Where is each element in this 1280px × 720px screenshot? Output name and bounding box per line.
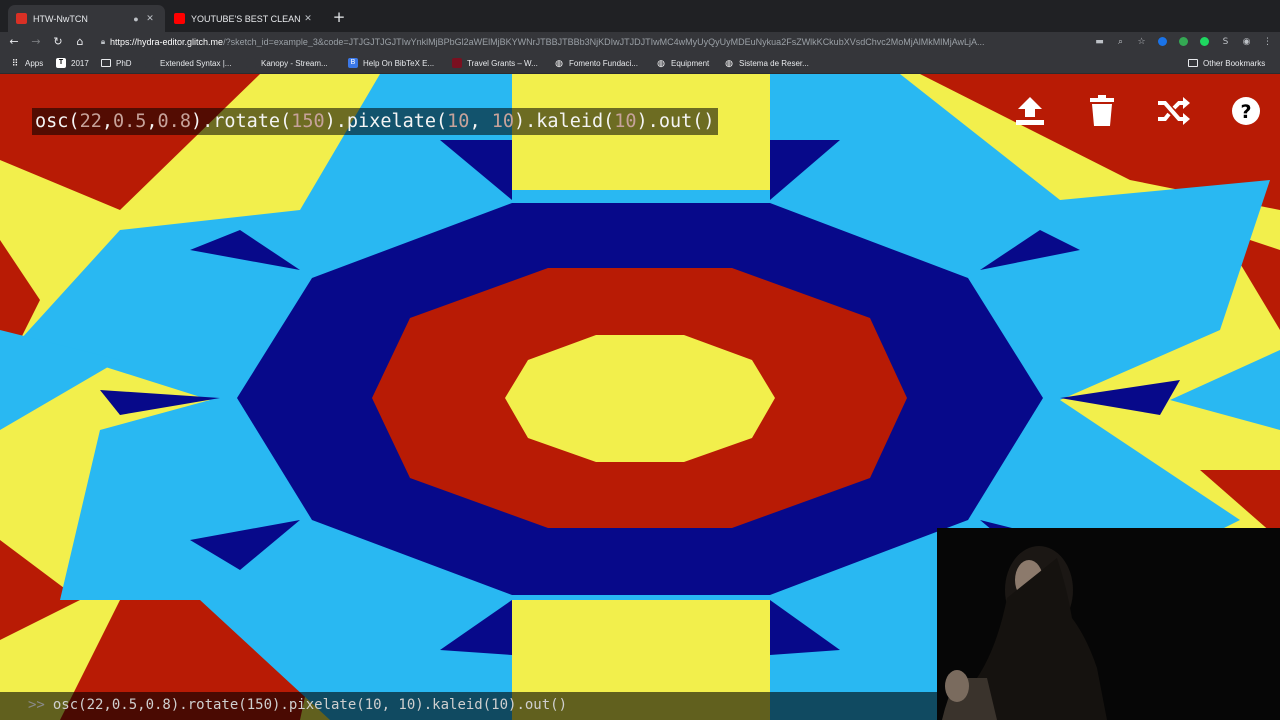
code-token: ).kaleid( [514,111,615,132]
star-icon[interactable]: ☆ [1133,34,1150,50]
bookmark-label: Apps [25,58,44,68]
lock-icon: 🔒︎ [100,37,106,46]
bookmark-2017[interactable]: T 2017 [56,56,89,70]
code-token: , [469,111,492,132]
code-editor-line[interactable]: osc(22,0.5,0.8).rotate(150).pixelate(10,… [32,108,718,135]
code-token: ).rotate( [190,111,292,132]
bookmark-label: PhD [116,58,132,68]
folder-icon [1188,59,1198,67]
bookmark-site-icon [246,58,256,68]
trash-icon [1090,95,1114,126]
camera-icon[interactable]: ▬ [1091,34,1108,50]
menu-icon[interactable]: ⋮ [1259,34,1276,50]
tab-title: HTW-NwTCN [33,13,88,24]
code-number: 0.8 [157,111,191,132]
apps-grid-icon: ⠿ [11,58,19,68]
bookmark-site-icon [452,58,462,68]
bookmark-label: Equipment [671,58,710,68]
profile-icon[interactable]: ◉ [1238,34,1255,50]
bookmarks-bar: ⠿ Apps T 2017 PhD Extended Syntax |... K… [0,52,1280,74]
code-number: 10 [491,111,515,132]
bookmark-bibtex[interactable]: B Help On BibTeX E... [348,56,434,70]
globe-icon: ◍ [555,58,563,68]
code-number: 22 [79,111,102,132]
bookmark-label: Sistema de Reser... [739,58,809,68]
bookmark-sistema[interactable]: ◍ Sistema de Reser... [724,56,809,70]
bookmark-other[interactable]: Other Bookmarks [1188,56,1265,70]
shuffle-icon [1158,97,1190,125]
console-text: osc(22,0.5,0.8).rotate(150).pixelate(10,… [52,697,568,713]
folder-icon [101,59,111,67]
globe-icon: ◍ [725,58,733,68]
svg-text:?: ? [1240,101,1251,123]
close-tab-icon[interactable]: ✕ [143,13,157,24]
bookmark-label: Help On BibTeX E... [363,58,435,68]
bookmark-site-icon [145,58,155,68]
globe-icon: ◍ [657,58,665,68]
bookmark-kanopy[interactable]: Kanopy - Stream... [246,56,328,70]
console-prompt: >> [28,697,45,713]
bookmark-travel-grants[interactable]: Travel Grants – W... [452,56,538,70]
tab-strip: HTW-NwTCN ● ✕ YOUTUBE'S BEST CLEAN ME ✕ … [0,0,1280,32]
performer-silhouette [937,528,1280,720]
bookmark-label: Travel Grants – W... [467,58,538,68]
youtube-favicon-icon [174,13,185,24]
forward-button[interactable]: → [25,32,47,52]
bookmark-label: Other Bookmarks [1203,58,1266,68]
audio-dot-icon: ● [133,13,139,24]
extension-s-icon[interactable]: S [1217,34,1234,50]
tab-youtube[interactable]: YOUTUBE'S BEST CLEAN ME ✕ [166,5,323,32]
zoom-icon[interactable]: ⌕ [1112,34,1129,50]
bookmark-phd[interactable]: PhD [101,56,132,70]
code-token: ).out() [636,111,715,132]
code-number: 150 [291,111,325,132]
new-tab-button[interactable]: + [330,9,348,27]
bookmark-site-icon: T [56,58,66,68]
url-path: /?sketch_id=example_3&code=JTJGJTJGJTIwY… [223,37,985,47]
bookmark-extended-syntax[interactable]: Extended Syntax |... [145,56,231,70]
hydra-favicon-icon [16,13,27,24]
shuffle-button[interactable] [1155,94,1191,128]
code-number: 0.5 [112,111,147,132]
code-token: ).pixelate( [324,111,448,132]
bookmark-equipment[interactable]: ◍ Equipment [656,56,709,70]
tab-title: YOUTUBE'S BEST CLEAN ME [191,13,301,24]
webcam-overlay [937,528,1280,720]
url-host: https://hydra-editor.glitch.me [110,37,224,47]
close-tab-icon[interactable]: ✕ [301,13,315,24]
bookmark-apps[interactable]: ⠿ Apps [10,56,44,70]
extension-blue-icon[interactable] [1154,34,1171,50]
browser-toolbar: ← → ↻ ⌂ 🔒︎ https://hydra-editor.glitch.m… [0,32,1280,52]
center-yellow [505,335,775,462]
home-button[interactable]: ⌂ [69,32,91,52]
toolbar-icons: ▬ ⌕ ☆ S ◉ ⋮ [1091,34,1276,50]
bookmark-label: Fomento Fundaci... [569,58,638,68]
console-log: >> osc(22,0.5,0.8).rotate(150).pixelate(1… [0,692,940,720]
address-bar[interactable]: 🔒︎ https://hydra-editor.glitch.me /?sket… [96,34,1066,50]
reload-button[interactable]: ↻ [47,32,69,52]
bookmark-label: 2017 [71,58,89,68]
tab-hydra[interactable]: HTW-NwTCN ● ✕ [8,5,165,32]
code-token: osc( [35,111,80,132]
bookmark-site-icon: B [348,58,358,68]
upload-icon [1016,97,1044,125]
code-token: , [146,111,158,132]
code-token: , [101,111,113,132]
back-button[interactable]: ← [3,32,25,52]
bookmark-label: Kanopy - Stream... [261,58,328,68]
help-icon: ? [1232,97,1260,125]
code-number: 10 [614,111,637,132]
bookmark-fomento[interactable]: ◍ Fomento Fundaci... [554,56,638,70]
code-number: 10 [447,111,470,132]
help-button[interactable]: ? [1228,94,1264,128]
extension-lime-icon[interactable] [1196,34,1213,50]
clear-button[interactable] [1084,94,1120,128]
upload-button[interactable] [1012,94,1048,128]
extension-green-icon[interactable] [1175,34,1192,50]
bookmark-label: Extended Syntax |... [160,58,232,68]
